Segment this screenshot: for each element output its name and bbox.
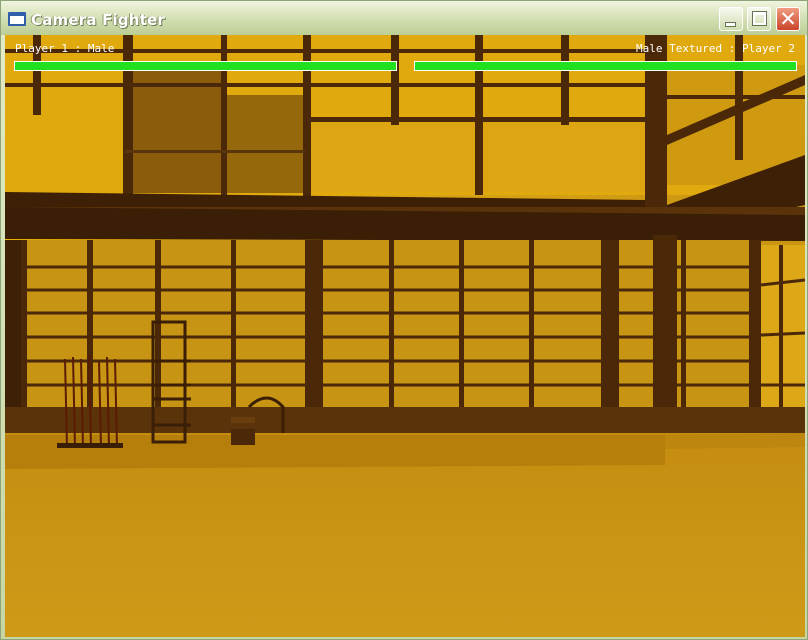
maximize-icon: [753, 12, 766, 25]
player1-name-label: Player 1 : Male: [15, 42, 115, 55]
minimize-button[interactable]: [719, 7, 743, 31]
close-icon: ✕: [779, 7, 797, 31]
game-viewport[interactable]: Player 1 : Male Male Textured : Player 2: [5, 35, 805, 637]
title-bar[interactable]: Camera Fighter ✕: [1, 1, 807, 35]
player2-health-bar: [414, 61, 797, 71]
player1-health-bar: [14, 61, 397, 71]
window-title: Camera Fighter: [31, 11, 166, 29]
app-window: Camera Fighter ✕ Player 1: Male Male Te…: [0, 0, 808, 640]
player2-health-fill: [415, 62, 796, 70]
dojo-scene: [5, 35, 805, 637]
minimize-icon: [726, 23, 735, 26]
close-button[interactable]: ✕: [776, 7, 800, 31]
player1-health-fill: [15, 62, 396, 70]
maximize-button[interactable]: [747, 7, 771, 31]
window-icon: [8, 12, 26, 26]
player2-name-label: Male Textured : Player 2: [636, 42, 795, 55]
